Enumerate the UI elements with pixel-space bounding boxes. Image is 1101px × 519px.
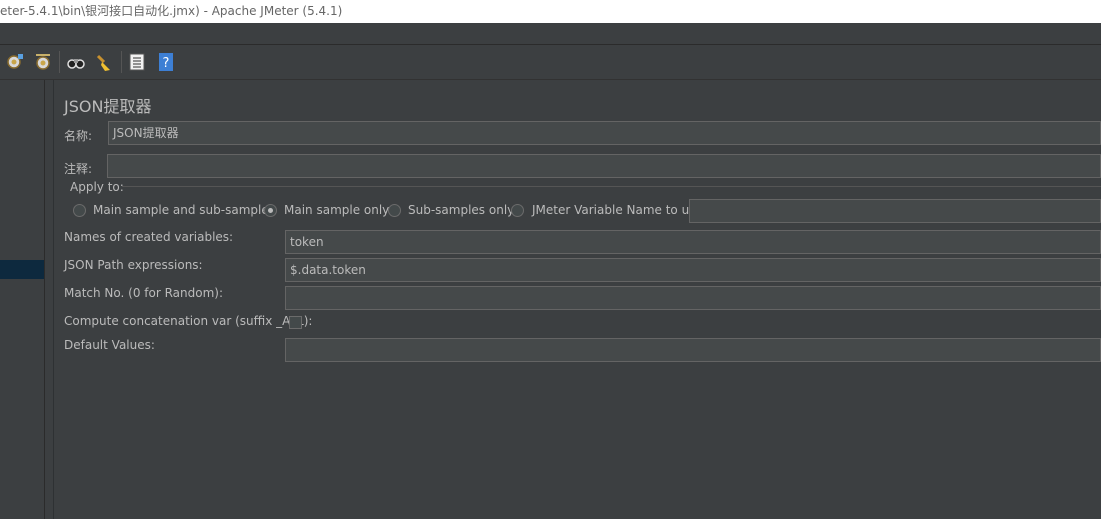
comment-label: 注释: [64, 162, 93, 176]
radio-sub-only[interactable] [388, 204, 401, 217]
radio-main-and-sub-label[interactable]: Main sample and sub-samples [93, 203, 275, 217]
radio-main-only[interactable] [264, 204, 277, 217]
window-title: eter-5.4.1\bin\银河接口自动化.jmx) - Apache JMe… [0, 4, 343, 18]
variable-names-label: Names of created variables: [64, 230, 234, 244]
panel-title: JSON提取器 [64, 97, 152, 116]
default-values-label: Default Values: [64, 338, 155, 352]
split-pane-divider[interactable] [45, 80, 54, 519]
name-field[interactable]: JSON提取器 [108, 121, 1101, 145]
name-label: 名称: [64, 129, 93, 143]
radio-main-only-label[interactable]: Main sample only [284, 203, 389, 217]
radio-variable-name[interactable] [511, 204, 524, 217]
test-plan-tree[interactable] [0, 80, 45, 519]
toolbar: ? [0, 45, 1101, 80]
radio-sub-only-label[interactable]: Sub-samples only [408, 203, 514, 217]
toolbar-separator [121, 51, 122, 73]
menu-bar [0, 23, 1101, 45]
search-icon[interactable] [66, 52, 86, 72]
clear-all-icon[interactable] [94, 52, 114, 72]
start-no-pauses-icon[interactable] [4, 52, 24, 72]
toolbar-separator [59, 51, 60, 73]
match-no-label: Match No. (0 for Random): [64, 286, 224, 300]
comment-field[interactable] [107, 154, 1101, 178]
json-path-label: JSON Path expressions: [64, 258, 203, 272]
apply-to-label: Apply to: [70, 180, 124, 194]
help-icon[interactable]: ? [156, 52, 176, 72]
compute-concat-label: Compute concatenation var (suffix _ALL): [64, 314, 313, 328]
function-helper-icon[interactable] [127, 52, 147, 72]
default-values-field[interactable] [285, 338, 1101, 362]
variable-name-field[interactable] [689, 199, 1101, 223]
json-path-field[interactable]: $.data.token [285, 258, 1101, 282]
tree-selected-row[interactable] [0, 260, 44, 279]
svg-text:?: ? [163, 56, 170, 71]
radio-main-and-sub[interactable] [73, 204, 86, 217]
start-no-timers-icon[interactable] [33, 52, 53, 72]
json-extractor-panel: JSON提取器 名称: JSON提取器 注释: Apply to: Main s… [54, 80, 1101, 519]
compute-concat-checkbox[interactable] [289, 316, 302, 329]
radio-variable-name-label[interactable]: JMeter Variable Name to use [532, 203, 703, 217]
variable-names-field[interactable]: token [285, 230, 1101, 254]
match-no-field[interactable] [285, 286, 1101, 310]
window-title-bar: eter-5.4.1\bin\银河接口自动化.jmx) - Apache JMe… [0, 0, 1101, 23]
apply-to-group-border [122, 186, 1101, 187]
